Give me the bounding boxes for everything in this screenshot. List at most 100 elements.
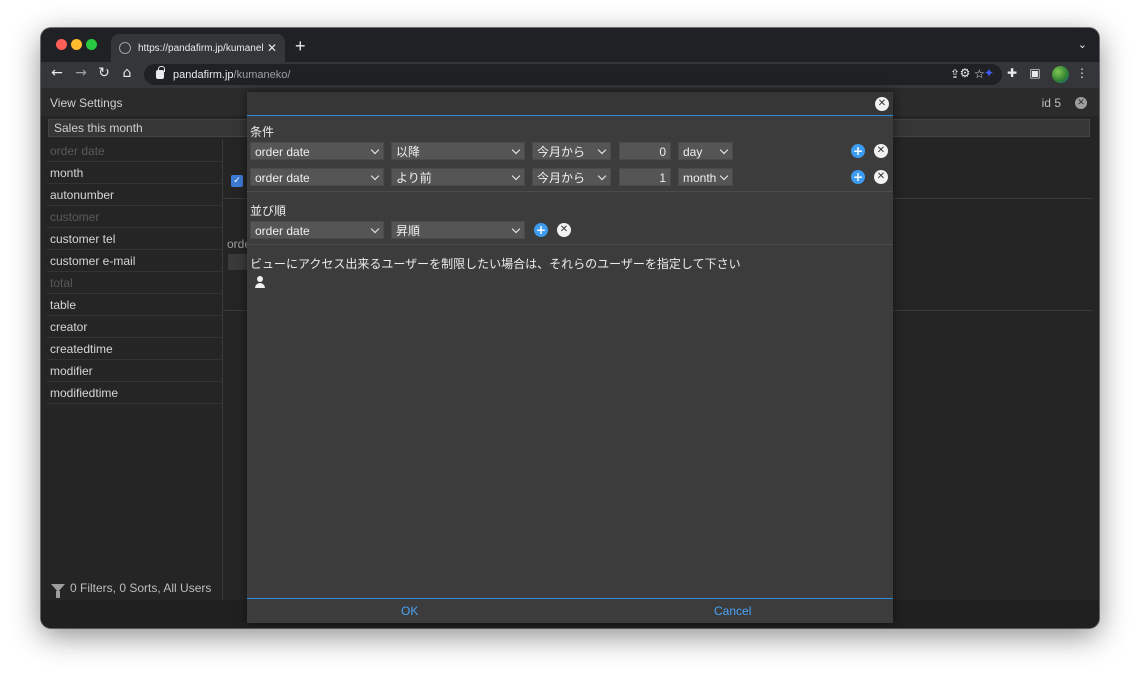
chevron-down-icon <box>511 171 521 181</box>
sort-label: 並び順 <box>250 204 287 218</box>
chevron-down-icon <box>370 224 380 234</box>
background-input[interactable] <box>228 254 248 270</box>
forward-arrow-icon[interactable]: → <box>72 65 90 81</box>
browser-window: https://pandafirm.jp/kumaneko/ ✕ + ⌄ ← →… <box>41 28 1099 628</box>
sort-order-select[interactable]: 昇順 <box>391 221 525 239</box>
address-bar[interactable]: pandafirm.jp/kumaneko/ ⇪ ☆ <box>144 64 1002 85</box>
minimize-window-button[interactable] <box>71 39 82 50</box>
new-tab-button[interactable]: + <box>295 36 306 57</box>
chevron-down-icon <box>597 145 607 155</box>
app-page: View Settings id 5 ✕ Sales this month ✓ … <box>41 88 1099 628</box>
tab-close-button[interactable]: ✕ <box>267 41 277 55</box>
field-list-item[interactable]: customer <box>47 206 222 228</box>
chevron-down-icon <box>370 145 380 155</box>
field-list-item[interactable]: createdtime <box>47 338 222 360</box>
close-window-button[interactable] <box>56 39 67 50</box>
dialog-footer: OK Cancel <box>247 598 893 623</box>
tab-title: https://pandafirm.jp/kumaneko/ <box>138 42 263 54</box>
chevron-down-icon <box>370 171 380 181</box>
globe-icon <box>119 42 131 54</box>
divider <box>247 244 893 245</box>
cancel-button[interactable]: Cancel <box>714 604 751 618</box>
condition-operator-select[interactable]: 以降 <box>391 142 525 160</box>
funnel-icon <box>51 584 65 598</box>
puzzle-icon[interactable]: ✚ <box>1004 66 1020 80</box>
chevron-down-icon <box>597 171 607 181</box>
select-value: order date <box>255 145 310 159</box>
extension-star-icon[interactable]: ✦ <box>981 66 997 80</box>
dialog-header: ✕ <box>247 92 893 116</box>
profile-avatar[interactable] <box>1052 66 1069 83</box>
lock-icon <box>156 66 165 79</box>
condition-operator-select[interactable]: より前 <box>391 168 525 186</box>
status-bar[interactable]: 0 Filters, 0 Sorts, All Users <box>47 576 211 600</box>
field-list-item[interactable]: total <box>47 272 222 294</box>
view-id-label: id 5 <box>1041 96 1061 110</box>
conditions-label: 条件 <box>250 125 275 139</box>
select-value: 昇順 <box>396 224 421 238</box>
field-list-item[interactable]: creator <box>47 316 222 338</box>
field-list-item[interactable]: table <box>47 294 222 316</box>
access-instruction-text: ビューにアクセス出来るユーザーを制限したい場合は、それらのユーザーを指定して下さ… <box>250 257 741 271</box>
condition-field-select[interactable]: order date <box>250 168 384 186</box>
chevron-down-icon <box>511 224 521 234</box>
url-host: pandafirm.jp <box>173 68 234 81</box>
user-icon-body <box>255 283 265 288</box>
view-settings-dialog: ✕ 条件 order date 以降 今月から 0 day + ✕ order … <box>247 92 893 623</box>
condition-amount-input[interactable]: 0 <box>619 142 671 160</box>
select-value: より前 <box>396 171 432 185</box>
remove-sort-close-icon[interactable]: ✕ <box>557 223 571 237</box>
field-list-item[interactable]: customer e-mail <box>47 250 222 272</box>
divider <box>247 191 893 192</box>
select-value: day <box>683 145 703 159</box>
remove-condition-close-icon[interactable]: ✕ <box>874 170 888 184</box>
select-value: 今月から <box>537 171 586 185</box>
field-list-item[interactable]: customer tel <box>47 228 222 250</box>
field-list-item[interactable]: modifiedtime <box>47 382 222 404</box>
ok-button[interactable]: OK <box>401 604 418 618</box>
checkbox[interactable]: ✓ <box>231 175 243 187</box>
field-list: order date month autonumber customer cus… <box>47 140 223 628</box>
condition-unit-select[interactable]: day <box>678 142 733 160</box>
add-condition-plus-icon[interactable]: + <box>851 144 865 158</box>
condition-base-select[interactable]: 今月から <box>532 168 611 186</box>
url-path: /kumaneko/ <box>233 68 291 81</box>
browser-tab[interactable]: https://pandafirm.jp/kumaneko/ ✕ <box>111 34 285 62</box>
home-icon[interactable]: ⌂ <box>118 65 136 81</box>
select-value: 以降 <box>396 145 421 159</box>
gear-icon[interactable]: ⚙ <box>957 66 973 80</box>
chevron-down-icon <box>719 145 729 155</box>
close-icon[interactable]: ✕ <box>875 97 889 111</box>
field-list-item[interactable]: month <box>47 162 222 184</box>
zoom-window-button[interactable] <box>86 39 97 50</box>
add-sort-plus-icon[interactable]: + <box>534 223 548 237</box>
chevron-down-icon <box>719 171 729 181</box>
add-condition-plus-icon[interactable]: + <box>851 170 865 184</box>
select-value: order date <box>255 171 310 185</box>
condition-base-select[interactable]: 今月から <box>532 142 611 160</box>
select-value: month <box>683 171 717 185</box>
select-value: 今月から <box>537 145 586 159</box>
tab-search-chevron-icon[interactable]: ⌄ <box>1078 38 1087 51</box>
condition-field-select[interactable]: order date <box>250 142 384 160</box>
status-text: 0 Filters, 0 Sorts, All Users <box>70 581 212 595</box>
chevron-down-icon <box>511 145 521 155</box>
close-icon[interactable]: ✕ <box>1075 97 1087 109</box>
user-icon-head <box>257 276 263 282</box>
back-arrow-icon[interactable]: ← <box>48 65 66 81</box>
field-list-item[interactable]: order date <box>47 140 222 162</box>
tab-strip: https://pandafirm.jp/kumaneko/ ✕ + ⌄ <box>41 28 1099 62</box>
kebab-menu-icon[interactable]: ⋮ <box>1074 66 1090 80</box>
remove-condition-close-icon[interactable]: ✕ <box>874 144 888 158</box>
condition-amount-input[interactable]: 1 <box>619 168 671 186</box>
user-icon[interactable] <box>255 276 265 288</box>
field-list-item[interactable]: modifier <box>47 360 222 382</box>
select-value: order date <box>255 224 310 238</box>
reload-icon[interactable]: ↻ <box>95 65 113 81</box>
field-list-item[interactable]: autonumber <box>47 184 222 206</box>
condition-unit-select[interactable]: month <box>678 168 733 186</box>
sort-field-select[interactable]: order date <box>250 221 384 239</box>
sidebar-icon[interactable]: ▣ <box>1027 66 1043 80</box>
page-title: View Settings <box>50 96 123 110</box>
browser-toolbar: ← → ↻ ⌂ pandafirm.jp/kumaneko/ ⇪ ☆ ⚙ ✦ ✚… <box>41 62 1099 88</box>
